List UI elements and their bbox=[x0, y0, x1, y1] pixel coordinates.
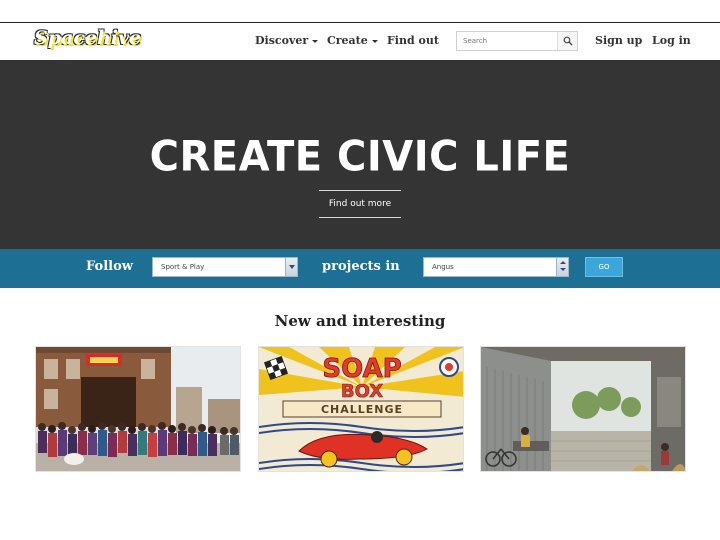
group-photo-image bbox=[36, 347, 240, 471]
search-button[interactable] bbox=[557, 32, 577, 50]
poster-text-box: BOX bbox=[341, 381, 383, 402]
log-in-link[interactable]: Log in bbox=[652, 34, 691, 47]
project-card-group-photo[interactable] bbox=[35, 346, 241, 472]
location-select[interactable]: Angus bbox=[423, 257, 569, 277]
building-rendering-image bbox=[481, 347, 685, 471]
follow-bar: Follow Sport & Play projects in Angus GO bbox=[0, 249, 720, 288]
nav-discover[interactable]: Discover bbox=[255, 34, 319, 47]
go-button[interactable]: GO bbox=[585, 257, 623, 277]
hero-banner: CREATE CIVIC LIFE Find out more bbox=[0, 60, 720, 249]
site-header: Spacehive Discover Create Find out Sign … bbox=[0, 23, 720, 60]
log-in-label: Log in bbox=[652, 34, 691, 47]
poster-text-challenge: CHALLENGE bbox=[321, 403, 403, 416]
section-title: New and interesting bbox=[274, 312, 446, 330]
category-select[interactable]: Sport & Play bbox=[152, 257, 298, 277]
project-card-building[interactable] bbox=[480, 346, 686, 472]
logo-text: Spacehive bbox=[33, 27, 142, 50]
poster-text-soap: SOAP bbox=[322, 354, 401, 384]
find-out-more-button[interactable]: Find out more bbox=[319, 190, 401, 218]
nav-discover-label: Discover bbox=[255, 34, 309, 47]
projects-in-label: projects in bbox=[322, 259, 400, 274]
location-select-value: Angus bbox=[432, 263, 454, 271]
project-card-soap-box[interactable]: SOAP BOX CHALLENGE bbox=[258, 346, 464, 472]
search-box bbox=[456, 31, 578, 51]
soap-box-poster-image: SOAP BOX CHALLENGE bbox=[259, 347, 463, 471]
nav-create[interactable]: Create bbox=[327, 34, 378, 47]
spacehive-logo[interactable]: Spacehive bbox=[33, 27, 141, 55]
search-icon bbox=[563, 36, 573, 46]
sign-up-label: Sign up bbox=[595, 34, 643, 47]
hero-title: CREATE CIVIC LIFE bbox=[149, 132, 571, 182]
chevron-down-icon bbox=[285, 258, 297, 276]
chevron-down-icon bbox=[371, 39, 378, 43]
nav-find-out-label: Find out bbox=[387, 34, 439, 47]
sign-up-link[interactable]: Sign up bbox=[595, 34, 642, 47]
nav-create-label: Create bbox=[327, 34, 368, 47]
chevron-down-icon bbox=[312, 39, 319, 43]
search-input[interactable] bbox=[457, 32, 557, 50]
category-select-value: Sport & Play bbox=[161, 263, 205, 271]
nav-find-out[interactable]: Find out bbox=[387, 34, 439, 47]
up-down-arrows-icon bbox=[556, 258, 568, 276]
follow-label: Follow bbox=[86, 259, 133, 274]
